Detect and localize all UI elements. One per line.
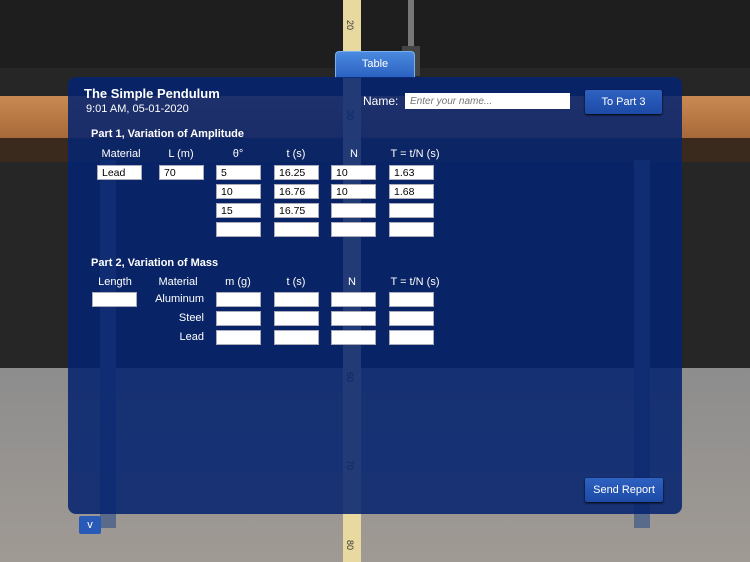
name-input[interactable] <box>405 93 570 109</box>
part2-material-label: Steel <box>178 312 204 324</box>
part2-t-input[interactable] <box>274 292 319 307</box>
part2-t-input[interactable] <box>389 330 434 345</box>
part2-header: m (g) <box>225 276 251 288</box>
part1-theta-input[interactable]: 10 <box>216 184 261 199</box>
part1-header: θ° <box>232 148 244 160</box>
send-report-button[interactable]: Send Report <box>585 478 663 502</box>
part2-header: Material <box>158 276 198 288</box>
part2-length-input[interactable] <box>92 292 137 307</box>
part1-t-input[interactable]: 1.63 <box>389 165 434 180</box>
part2-material-label: Aluminum <box>155 293 204 305</box>
part2-header: Length <box>98 276 132 288</box>
part1-t-input[interactable] <box>389 222 434 237</box>
part1-n-input[interactable]: 10 <box>331 184 376 199</box>
part2-title: Part 2, Variation of Mass <box>91 257 219 269</box>
part1-t-input[interactable]: 16.25 <box>274 165 319 180</box>
material-input[interactable]: Lead <box>97 165 142 180</box>
part2-n-input[interactable] <box>331 311 376 326</box>
part2-header: N <box>348 276 356 288</box>
part2-m-input[interactable] <box>216 292 261 307</box>
part1-t-input[interactable]: 16.75 <box>274 203 319 218</box>
data-table-panel: The Simple Pendulum 9:01 AM, 05-01-2020 … <box>68 77 682 514</box>
part1-t-input[interactable]: 1.68 <box>389 184 434 199</box>
part1-theta-input[interactable] <box>216 222 261 237</box>
part1-t-input[interactable] <box>389 203 434 218</box>
part1-header: L (m) <box>168 148 194 160</box>
to-part-3-button[interactable]: To Part 3 <box>585 90 662 114</box>
part1-n-input[interactable] <box>331 222 376 237</box>
part2-t-input[interactable] <box>389 292 434 307</box>
part2-m-input[interactable] <box>216 330 261 345</box>
part2-t-input[interactable] <box>389 311 434 326</box>
part1-n-input[interactable]: 10 <box>331 165 376 180</box>
part2-t-input[interactable] <box>274 330 319 345</box>
pendulum-rod <box>408 0 414 50</box>
part2-t-input[interactable] <box>274 311 319 326</box>
part2-header: T = t/N (s) <box>390 276 440 288</box>
part1-header: T = t/N (s) <box>390 148 440 160</box>
part2-n-input[interactable] <box>331 330 376 345</box>
length-input[interactable]: 70 <box>159 165 204 180</box>
datetime: 9:01 AM, 05-01-2020 <box>86 103 189 115</box>
part1-t-input[interactable]: 16.76 <box>274 184 319 199</box>
part1-theta-input[interactable]: 15 <box>216 203 261 218</box>
part1-n-input[interactable] <box>331 203 376 218</box>
table-tab[interactable]: Table <box>335 51 415 78</box>
part1-header: Material <box>101 148 141 160</box>
ruler-label: 20 <box>345 20 355 31</box>
part2-header: t (s) <box>286 276 306 288</box>
part1-theta-input[interactable]: 5 <box>216 165 261 180</box>
part1-header: t (s) <box>286 148 306 160</box>
part2-n-input[interactable] <box>331 292 376 307</box>
page-title: The Simple Pendulum <box>84 86 220 101</box>
name-label: Name: <box>363 94 399 108</box>
collapse-button[interactable]: v <box>79 516 101 534</box>
part2-m-input[interactable] <box>216 311 261 326</box>
part1-t-input[interactable] <box>274 222 319 237</box>
part2-material-label: Lead <box>179 331 204 343</box>
part1-title: Part 1, Variation of Amplitude <box>91 128 245 140</box>
part1-header: N <box>350 148 358 160</box>
ruler-label: 80 <box>345 540 355 551</box>
